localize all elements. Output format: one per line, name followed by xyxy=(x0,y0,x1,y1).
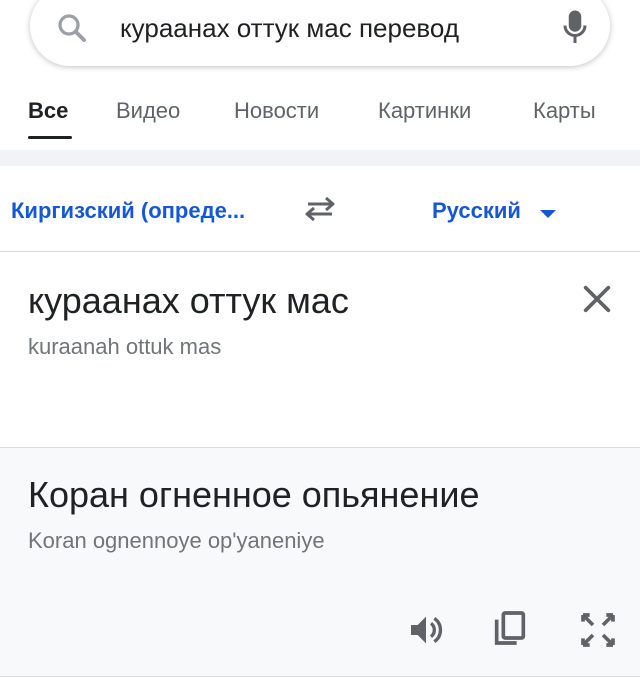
chevron-down-icon[interactable] xyxy=(539,208,557,220)
active-tab-indicator xyxy=(28,136,72,139)
translation-panel: Коран огненное опьянение Koran ognennoye… xyxy=(0,448,640,677)
source-text[interactable]: кураанах оттук мас xyxy=(28,280,349,322)
search-input[interactable]: кураанах оттук мас перевод xyxy=(120,13,459,44)
mic-icon[interactable] xyxy=(560,8,590,48)
copy-icon[interactable] xyxy=(490,608,530,648)
target-language-button[interactable]: Русский xyxy=(432,198,521,224)
translated-transliteration: Koran ognennoye op'yaneniye xyxy=(28,528,325,553)
source-text-panel[interactable]: кураанах оттук мас kuraanah ottuk mas xyxy=(0,252,640,448)
tab-maps[interactable]: Карты xyxy=(533,98,596,124)
search-bar[interactable]: кураанах оттук мас перевод xyxy=(30,0,610,66)
source-transliteration: kuraanah ottuk mas xyxy=(28,334,222,359)
close-icon[interactable] xyxy=(580,282,614,316)
swap-arrows-icon[interactable] xyxy=(300,194,340,224)
tab-video[interactable]: Видео xyxy=(116,98,180,124)
language-selector-row: Киргизский (опреде... Русский xyxy=(0,166,640,252)
fullscreen-icon[interactable] xyxy=(578,610,618,650)
translated-text: Коран огненное опьянение xyxy=(28,474,480,515)
tab-news[interactable]: Новости xyxy=(234,98,319,124)
search-icon[interactable] xyxy=(54,10,90,46)
tab-images[interactable]: Картинки xyxy=(378,98,471,124)
section-divider xyxy=(0,150,640,166)
speaker-icon[interactable] xyxy=(406,610,446,650)
search-tabs: Все Видео Новости Картинки Карты xyxy=(0,90,640,142)
source-language-button[interactable]: Киргизский (опреде... xyxy=(11,198,245,224)
tab-all[interactable]: Все xyxy=(28,98,68,124)
